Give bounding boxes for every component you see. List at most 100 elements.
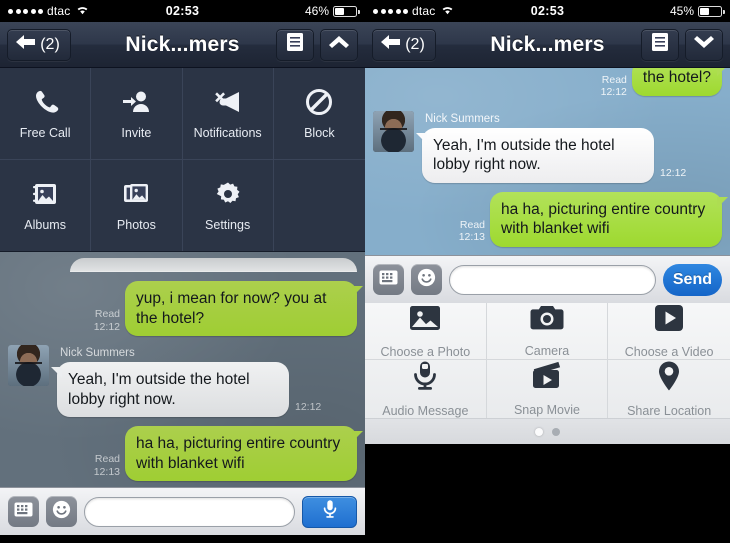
message-row-outgoing: Read 12:12 the hotel?: [373, 68, 729, 102]
message-bubble[interactable]: ha ha, picturing entire country with bla…: [490, 191, 728, 247]
list-menu-button[interactable]: [641, 28, 679, 61]
partial-bubble-above: [70, 258, 357, 272]
message-list: Read 12:12 the hotel? Nick Summers Yeah,…: [365, 68, 730, 255]
quick-actions-row-1: Free Call Invite Notifications Block: [0, 68, 365, 159]
message-input-bar: Send: [365, 255, 730, 303]
battery-percent: 45%: [669, 4, 694, 18]
message-row-incoming: Nick Summers Yeah, I'm outside the hotel…: [8, 345, 357, 418]
avatar-glasses: [15, 362, 42, 367]
page-dot-active[interactable]: [535, 427, 543, 436]
keyboard-icon: [379, 270, 398, 290]
avatar[interactable]: [373, 110, 414, 152]
emoji-button[interactable]: [411, 264, 442, 295]
left-phone-screen: dtac 02:53 46% (2) Nick...mers Free Call…: [0, 0, 365, 543]
voice-record-button[interactable]: [302, 495, 357, 528]
video-play-icon: [653, 303, 685, 333]
photos-icon: [121, 179, 151, 209]
status-bar-right: 45%: [669, 4, 725, 18]
camera-icon: [529, 304, 565, 332]
menu-item-block[interactable]: Block: [274, 68, 365, 159]
message-input-field[interactable]: [84, 496, 295, 527]
message-row-incoming: Nick Summers Yeah, I'm outside the hotel…: [373, 110, 722, 183]
send-button[interactable]: Send: [662, 263, 722, 296]
keyboard-toggle-button[interactable]: [8, 496, 39, 527]
menu-label: Notifications: [193, 126, 262, 140]
menu-item-photos[interactable]: Photos: [91, 160, 183, 251]
menu-label: Settings: [205, 218, 251, 232]
back-arrow-icon: [380, 34, 402, 55]
message-row-outgoing: Read 12:13 ha ha, picturing entire count…: [8, 426, 363, 482]
navigation-bar: (2) Nick...mers: [0, 22, 365, 68]
menu-item-albums[interactable]: Albums: [0, 160, 92, 251]
microphone-icon: [412, 360, 438, 392]
message-bubble[interactable]: Yeah, I'm outside the hotel lobby right …: [51, 362, 289, 418]
message-bubble[interactable]: Yeah, I'm outside the hotel lobby right …: [416, 127, 654, 183]
menu-label: Block: [304, 126, 335, 140]
list-menu-icon: [287, 33, 303, 56]
panel-toggle-button[interactable]: [320, 28, 358, 61]
message-input-field[interactable]: [449, 264, 656, 295]
panel-toggle-button[interactable]: [685, 28, 723, 61]
message-bubble[interactable]: the hotel?: [631, 68, 729, 96]
photo-picture-icon: [408, 303, 442, 333]
screenshot-root: dtac 02:53 46% (2) Nick...mers Free Call…: [0, 0, 730, 543]
message-status: Read 12:12: [93, 308, 120, 333]
menu-label: Photos: [116, 218, 156, 232]
menu-item-settings[interactable]: Settings: [183, 160, 274, 251]
message-status: Read 12:13: [458, 219, 485, 244]
message-input-bar: [0, 487, 365, 535]
menu-item-notifications[interactable]: Notifications: [183, 68, 274, 159]
menu-item-free-call[interactable]: Free Call: [0, 68, 92, 159]
sender-name: Nick Summers: [425, 112, 500, 125]
status-bar: dtac 02:53 45%: [365, 0, 730, 22]
list-menu-button[interactable]: [276, 28, 314, 61]
notifications-muted-icon: [213, 87, 243, 117]
map-pin-icon: [657, 360, 681, 392]
emoji-button[interactable]: [46, 496, 77, 527]
message-list: Read 12:12 yup, i mean for now? you at t…: [0, 252, 365, 487]
quick-actions-panel: Free Call Invite Notifications Block Alb…: [0, 68, 365, 252]
incoming-body: Nick Summers Yeah, I'm outside the hotel…: [51, 345, 322, 418]
status-bar: dtac 02:53 46%: [0, 0, 365, 22]
status-bar-right: 46%: [305, 4, 360, 18]
attachment-label: Share Location: [627, 404, 712, 418]
message-status: Read 12:12: [600, 74, 627, 99]
message-time: 12:12: [660, 166, 687, 179]
albums-icon: [30, 179, 60, 209]
menu-label: Invite: [121, 126, 152, 140]
back-count-label: (2): [40, 35, 60, 53]
chat-scroll-area[interactable]: Read 12:12 the hotel? Nick Summers Yeah,…: [365, 68, 730, 255]
page-dot-inactive[interactable]: [552, 427, 560, 436]
attachment-choose-a-photo[interactable]: Choose a Photo: [365, 303, 487, 359]
attachment-share-location[interactable]: Share Location: [608, 360, 730, 418]
chat-scroll-area[interactable]: Read 12:12 yup, i mean for now? you at t…: [0, 252, 365, 487]
attachment-label: Audio Message: [382, 404, 469, 418]
block-icon: [304, 87, 334, 117]
page-indicator[interactable]: [365, 418, 730, 444]
keyboard-toggle-button[interactable]: [373, 264, 404, 295]
menu-label: Albums: [24, 218, 66, 232]
menu-item-empty: [274, 160, 365, 251]
avatar[interactable]: [8, 345, 49, 387]
attachment-choose-a-video[interactable]: Choose a Video: [608, 303, 730, 359]
phone-icon: [30, 87, 60, 117]
avatar-glasses: [380, 127, 407, 133]
message-bubble[interactable]: ha ha, picturing entire country with bla…: [125, 426, 363, 482]
message-time: 12:12: [295, 401, 322, 414]
attachment-row-1: Choose a Photo Camera Choose a Video: [365, 303, 730, 359]
attachment-label: Snap Movie: [513, 403, 580, 417]
list-menu-icon: [652, 33, 668, 56]
attachment-snap-movie[interactable]: Snap Movie: [487, 360, 609, 418]
navigation-bar: (2) Nick...mers: [365, 22, 730, 68]
back-button[interactable]: (2): [372, 28, 436, 61]
incoming-body: Nick Summers Yeah, I'm outside the hotel…: [416, 111, 687, 183]
attachment-audio-message[interactable]: Audio Message: [365, 360, 487, 418]
back-button[interactable]: (2): [7, 28, 71, 61]
attachment-label: Choose a Photo: [380, 345, 471, 359]
battery-icon: [333, 5, 360, 17]
menu-item-invite[interactable]: Invite: [91, 68, 183, 159]
attachment-camera[interactable]: Camera: [487, 303, 609, 359]
menu-label: Free Call: [19, 126, 71, 140]
message-bubble[interactable]: yup, i mean for now? you at the hotel?: [125, 281, 363, 337]
invite-person-icon: [121, 87, 151, 117]
